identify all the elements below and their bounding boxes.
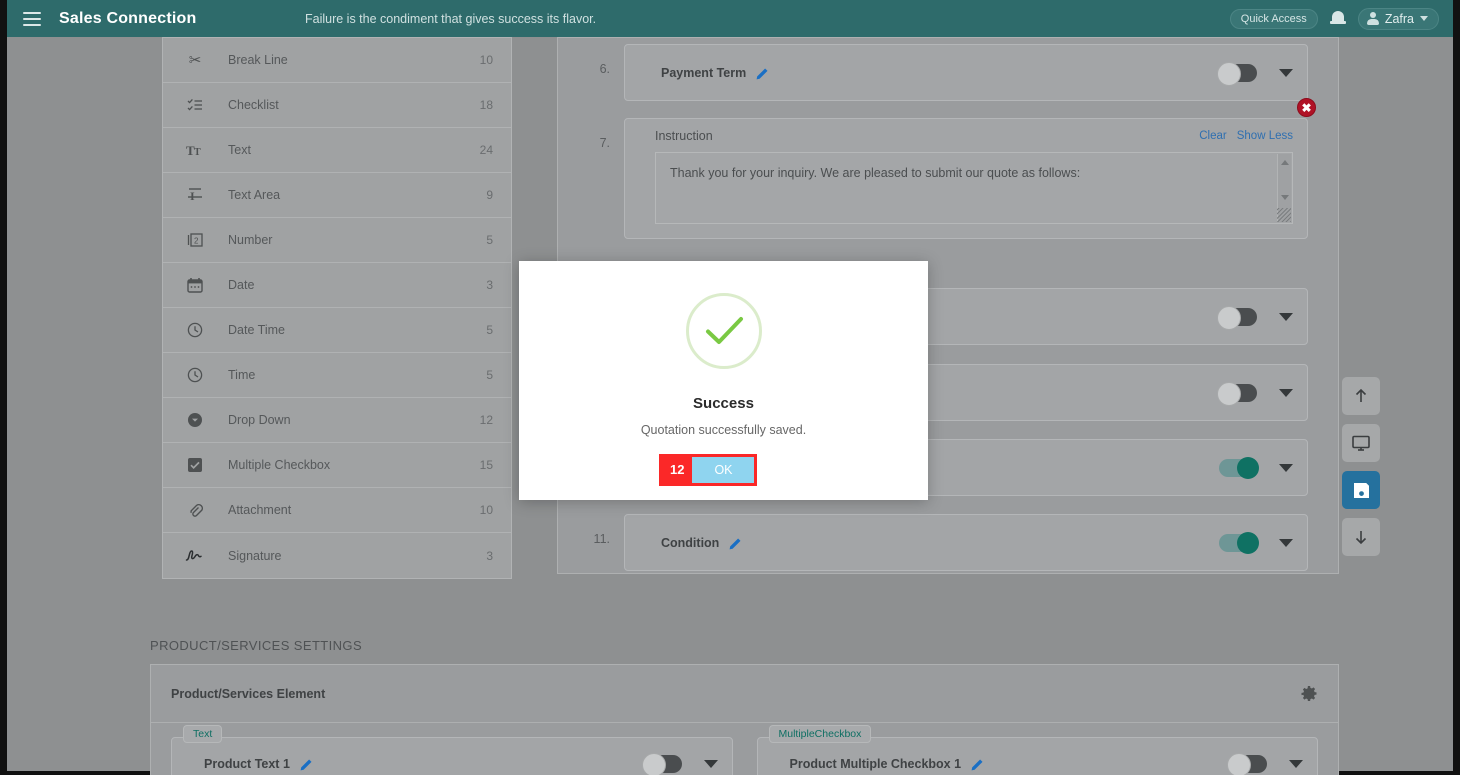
annotation-number: 12 xyxy=(670,462,685,477)
modal-overlay: Success Quotation successfully saved. 12… xyxy=(7,0,1453,771)
ok-button[interactable]: OK xyxy=(692,457,755,483)
dialog-message: Quotation successfully saved. xyxy=(640,423,807,437)
dialog-title: Success xyxy=(693,395,754,412)
check-circle-icon xyxy=(685,293,762,369)
app-window: Sales Connection Failure is the condimen… xyxy=(0,0,1460,775)
success-dialog: Success Quotation successfully saved. 12… xyxy=(519,261,928,500)
ok-annotation: 12 OK xyxy=(659,454,758,486)
